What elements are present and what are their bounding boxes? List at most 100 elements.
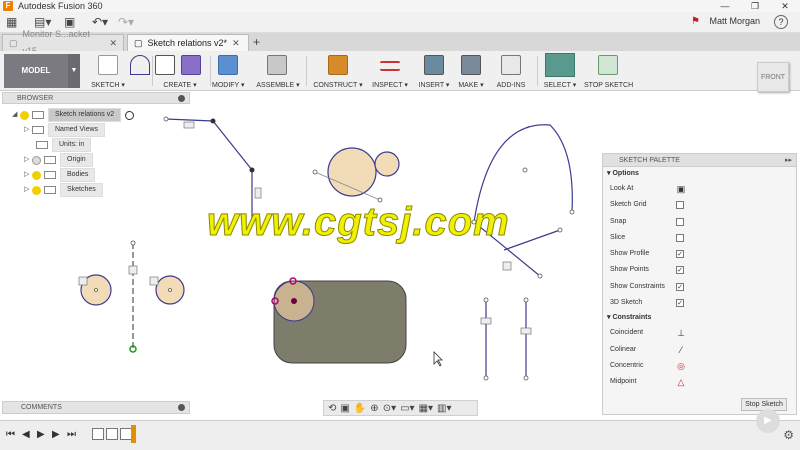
- concentric-icon[interactable]: ◎: [675, 360, 687, 372]
- option-slice[interactable]: Slice: [603, 230, 796, 246]
- comments-panel[interactable]: COMMENTS: [2, 401, 190, 414]
- tree-item-origin[interactable]: ▷ Origin: [24, 153, 93, 167]
- app-grid-icon[interactable]: ▦: [6, 15, 17, 30]
- new-tab-icon[interactable]: +: [253, 35, 260, 49]
- grid-settings-icon[interactable]: ▦▾: [419, 403, 433, 414]
- redo-icon[interactable]: ↷▾: [118, 15, 134, 30]
- sketch-palette-header[interactable]: SKETCH PALETTE ▸▸: [603, 154, 796, 167]
- look-at-icon[interactable]: ▣: [340, 403, 349, 414]
- option-sketch-grid[interactable]: Sketch Grid: [603, 197, 796, 213]
- browser-header[interactable]: BROWSER: [2, 92, 190, 104]
- snap-checkbox[interactable]: [676, 217, 684, 226]
- notification-icon[interactable]: ⚑: [691, 16, 700, 27]
- constraint-coincident[interactable]: Coincident ⊥: [603, 325, 796, 341]
- timeline-marker[interactable]: [131, 425, 136, 443]
- caret-right-icon[interactable]: ▷: [24, 184, 32, 196]
- option-show-points[interactable]: Show Points ✓: [603, 262, 796, 278]
- option-look-at[interactable]: Look At ▣: [603, 181, 796, 197]
- option-snap[interactable]: Snap: [603, 214, 796, 230]
- chevron-down-icon[interactable]: ▼: [68, 54, 80, 88]
- play-overlay-icon[interactable]: ▶: [756, 409, 780, 433]
- display-settings-icon[interactable]: ▭▾: [400, 403, 414, 414]
- lightbulb-icon[interactable]: [32, 185, 41, 195]
- go-to-end-icon[interactable]: ⏭: [67, 429, 76, 440]
- create-group[interactable]: CREATE ▾: [155, 53, 205, 89]
- show-points-checkbox[interactable]: ✓: [676, 266, 684, 275]
- option-3d-sketch[interactable]: 3D Sketch ✓: [603, 295, 796, 311]
- tree-item-named-views[interactable]: ▷ Named Views: [24, 123, 106, 137]
- lightbulb-icon[interactable]: [20, 110, 29, 120]
- user-name[interactable]: Matt Morgan: [709, 16, 760, 26]
- help-icon[interactable]: ?: [774, 15, 788, 29]
- sketch-group[interactable]: SKETCH ▾: [88, 53, 128, 89]
- maximize-button[interactable]: ❐: [740, 0, 770, 12]
- constraints-section[interactable]: ▾ Constraints: [603, 311, 796, 325]
- fit-icon[interactable]: ⊙▾: [383, 403, 396, 414]
- assemble-menu-label: ASSEMBLE ▾: [256, 82, 300, 89]
- constraint-colinear[interactable]: Colinear ⁄: [603, 342, 796, 358]
- inspect-group[interactable]: INSPECT ▾: [370, 53, 410, 89]
- tree-item-units[interactable]: Units: in: [36, 138, 92, 152]
- lightbulb-icon[interactable]: [32, 155, 41, 165]
- timeline-feature-sketch[interactable]: [92, 428, 104, 440]
- stop-sketch-group[interactable]: STOP SKETCH: [584, 53, 633, 89]
- line-tool[interactable]: [128, 53, 152, 89]
- select-group[interactable]: SELECT ▾: [540, 53, 580, 89]
- make-group[interactable]: MAKE ▾: [456, 53, 486, 89]
- caret-down-icon[interactable]: ◢: [12, 109, 20, 121]
- view-cube[interactable]: FRONT: [757, 62, 789, 92]
- sketch-grid-checkbox[interactable]: [676, 201, 684, 210]
- close-icon[interactable]: ✕: [232, 35, 240, 52]
- pin-icon[interactable]: [178, 95, 185, 102]
- minimize-button[interactable]: —: [710, 0, 740, 12]
- tab-monitor-bracket[interactable]: ▢ Monitor S...acket v15 ✕: [2, 29, 124, 56]
- sketch-circle: [80, 274, 112, 306]
- tree-item-sketches[interactable]: ▷ Sketches: [24, 183, 103, 197]
- viewports-icon[interactable]: ▥▾: [437, 403, 451, 414]
- expand-icon[interactable]: ▸▸: [785, 154, 792, 167]
- assemble-group[interactable]: ASSEMBLE ▾: [255, 53, 301, 89]
- add-ins-group[interactable]: ADD-INS: [496, 53, 526, 89]
- coincident-icon[interactable]: ⊥: [675, 327, 687, 339]
- look-at-icon[interactable]: ▣: [675, 183, 687, 195]
- pan-icon[interactable]: ✋: [354, 403, 366, 414]
- timeline: ⏮ ◀ ▶ ▶ ⏭ ⚙: [0, 420, 800, 450]
- orbit-icon[interactable]: ⟲: [328, 403, 336, 414]
- window-controls: — ❐ ✕: [710, 0, 800, 12]
- caret-right-icon[interactable]: ▷: [24, 169, 32, 181]
- tree-item-root[interactable]: ◢ Sketch relations v2: [12, 108, 135, 122]
- add-comment-icon[interactable]: [178, 404, 185, 411]
- timeline-feature-extrude[interactable]: [106, 428, 118, 440]
- close-icon[interactable]: ✕: [109, 35, 117, 52]
- palette-title: SKETCH PALETTE: [619, 157, 680, 164]
- tree-item-bodies[interactable]: ▷ Bodies: [24, 168, 96, 182]
- tab-sketch-relations[interactable]: ▢ Sketch relations v2* ✕: [127, 34, 249, 51]
- workspace-switcher[interactable]: MODEL: [4, 54, 68, 88]
- show-constraints-checkbox[interactable]: ✓: [676, 282, 684, 291]
- zoom-icon[interactable]: ⊕: [370, 403, 378, 414]
- step-forward-icon[interactable]: ▶: [52, 429, 60, 440]
- show-profile-checkbox[interactable]: ✓: [676, 250, 684, 259]
- measure-icon: [380, 61, 400, 71]
- caret-right-icon[interactable]: ▷: [24, 124, 32, 136]
- slice-checkbox[interactable]: [676, 233, 684, 242]
- caret-right-icon[interactable]: ▷: [24, 154, 32, 166]
- activate-radio-icon[interactable]: [125, 110, 135, 120]
- lightbulb-icon[interactable]: [32, 170, 41, 180]
- go-to-start-icon[interactable]: ⏮: [6, 429, 15, 440]
- step-back-icon[interactable]: ◀: [22, 429, 30, 440]
- options-section[interactable]: ▾ Options: [603, 167, 796, 181]
- gear-icon[interactable]: ⚙: [783, 428, 794, 442]
- 3d-sketch-checkbox[interactable]: ✓: [676, 299, 684, 308]
- constraint-midpoint[interactable]: Midpoint △: [603, 374, 796, 390]
- option-show-profile[interactable]: Show Profile ✓: [603, 246, 796, 262]
- midpoint-icon[interactable]: △: [675, 376, 687, 388]
- close-button[interactable]: ✕: [770, 0, 800, 12]
- insert-group[interactable]: INSERT ▾: [418, 53, 450, 89]
- constraint-concentric[interactable]: Concentric ◎: [603, 358, 796, 374]
- modify-group[interactable]: MODIFY ▾: [212, 53, 245, 89]
- play-icon[interactable]: ▶: [37, 429, 45, 440]
- construct-group[interactable]: CONSTRUCT ▾: [312, 53, 364, 89]
- option-show-constraints[interactable]: Show Constraints ✓: [603, 279, 796, 295]
- colinear-icon[interactable]: ⁄: [675, 344, 687, 356]
